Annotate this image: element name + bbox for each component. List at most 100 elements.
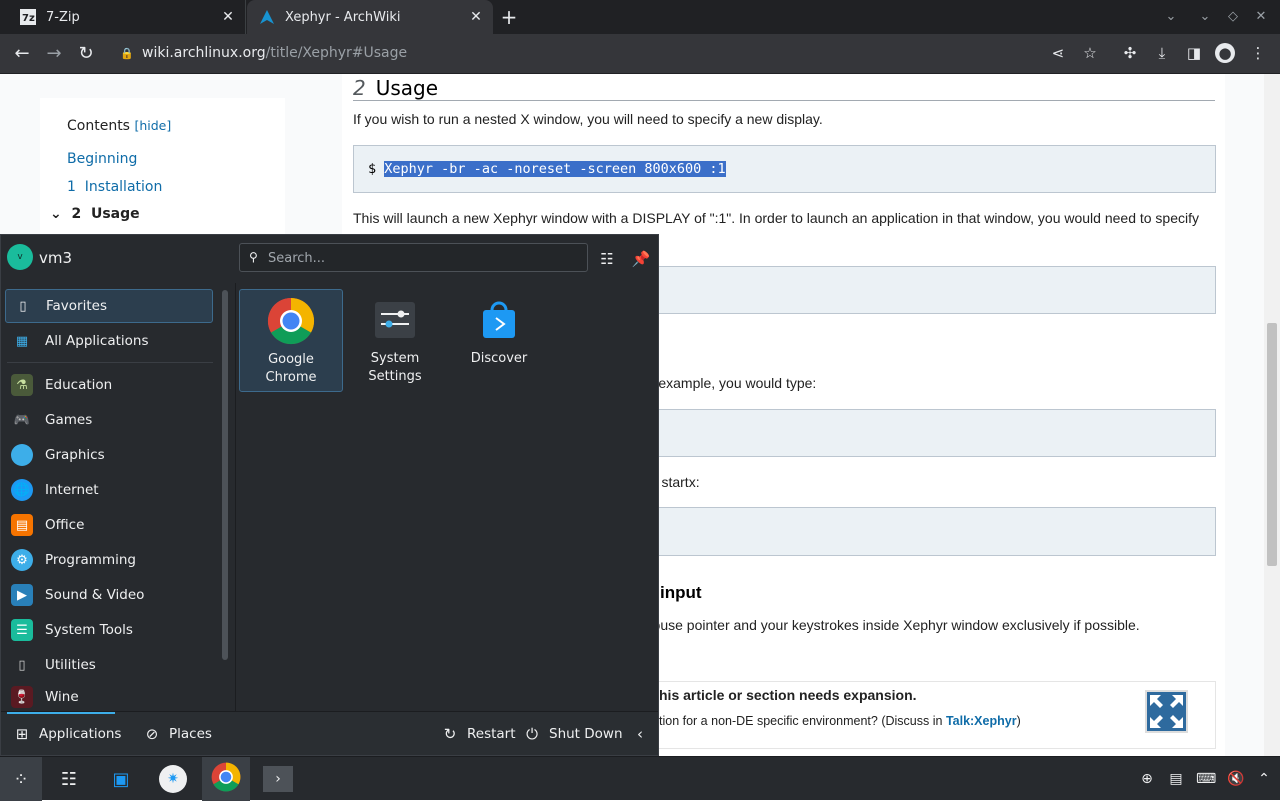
profile-icon[interactable]: ● [1215, 43, 1235, 63]
menu-icon[interactable]: ⋮ [1248, 43, 1268, 63]
pin-icon[interactable]: 📌 [631, 249, 651, 269]
back-button[interactable]: ← [10, 42, 34, 66]
close-window-icon[interactable]: ✕ [1252, 8, 1270, 26]
system-settings-icon [371, 296, 419, 344]
talk-link[interactable]: Talk:Xephyr [946, 714, 1017, 728]
dolphin-icon: ✷ [159, 765, 187, 793]
address-bar[interactable]: 🔒 wiki.archlinux.org/title/Xephyr#Usage [112, 39, 1042, 67]
divider [7, 362, 213, 363]
more-options-button[interactable]: ‹ [631, 725, 657, 743]
clipboard-icon[interactable]: ▤ [1166, 769, 1186, 789]
app-discover[interactable]: Discover [447, 289, 551, 392]
code-block: $ Xephyr -br -ac -noreset -screen 800x60… [353, 145, 1216, 193]
toc-item-installation[interactable]: 1 Installation [67, 179, 162, 195]
app-label: Settings [368, 369, 422, 384]
taskbar-system-settings[interactable]: ☷ [48, 757, 90, 801]
category-system-tools[interactable]: ☰ System Tools [5, 613, 213, 647]
svg-text:7z: 7z [22, 13, 35, 24]
category-wine[interactable]: 🍷 Wine [5, 683, 213, 711]
keyboard-icon[interactable]: ⌨ [1196, 769, 1216, 789]
category-graphics[interactable]: Graphics [5, 438, 213, 472]
archlinux-icon [259, 9, 275, 25]
system-tools-icon: ☰ [11, 619, 33, 641]
chevron-left-icon: ‹ [637, 725, 643, 743]
share-icon[interactable]: ⋖ [1048, 43, 1068, 63]
discover-icon: ▣ [112, 768, 130, 790]
configure-icon[interactable]: ☷ [597, 249, 617, 269]
update-notifier-icon[interactable]: ⊕ [1137, 769, 1157, 789]
programming-icon: ⚙ [11, 549, 33, 571]
download-icon[interactable]: ⤓ [1152, 43, 1172, 63]
system-settings-icon: ☷ [60, 768, 78, 790]
category-sound-video[interactable]: ▶ Sound & Video [5, 578, 213, 612]
taskbar-discover[interactable]: ▣ [100, 757, 142, 801]
taskbar-chrome[interactable] [202, 757, 250, 801]
side-panel-icon[interactable]: ◨ [1184, 43, 1204, 63]
selected-command: Xephyr -br -ac -noreset -screen 800x600 … [384, 161, 726, 177]
active-tab-indicator [7, 712, 115, 714]
category-internet[interactable]: 🌐 Internet [5, 473, 213, 507]
search-input[interactable] [268, 248, 578, 268]
tab-7zip[interactable]: 7z 7-Zip ✕ [0, 0, 246, 34]
restart-button[interactable]: ↻ Restart [441, 725, 516, 743]
discover-icon [475, 296, 523, 344]
new-tab-button[interactable]: + [498, 6, 520, 28]
category-utilities[interactable]: ▯ Utilities [5, 648, 213, 682]
toc-hide-link[interactable]: [hide] [134, 118, 171, 133]
extensions-icon[interactable]: ✣ [1120, 43, 1140, 63]
app-label: Discover [470, 351, 528, 366]
shutdown-button[interactable]: ⏻ Shut Down [523, 725, 622, 743]
toc-item-beginning[interactable]: Beginning [67, 151, 137, 167]
url-host: wiki.archlinux.org [142, 45, 266, 61]
expand-tray-icon[interactable]: ⌃ [1254, 769, 1274, 789]
taskbar-terminal[interactable]: › [256, 757, 300, 801]
restart-icon: ↻ [443, 725, 457, 743]
category-all-applications[interactable]: ▦ All Applications [5, 324, 213, 358]
application-launcher: v vm3 ⚲ ☷ 📌 ▯ Favorites ▦ All Applicatio… [0, 234, 659, 756]
toc-item-usage[interactable]: ⌄ 2 Usage [50, 206, 140, 222]
launcher-button[interactable]: ⁘ [0, 757, 42, 801]
close-icon[interactable]: ✕ [219, 8, 237, 26]
category-favorites[interactable]: ▯ Favorites [5, 289, 213, 323]
app-label: System [370, 351, 420, 366]
table-of-contents: Contents [hide] Beginning 1 Installation… [40, 98, 285, 238]
toc-heading: Contents [hide] [67, 118, 172, 134]
notice-text: tion for a non-DE specific environment? … [659, 714, 1021, 728]
forward-button[interactable]: → [42, 42, 66, 66]
applications-tab[interactable]: ⊞ Applications [13, 725, 122, 743]
app-system-settings[interactable]: System Settings [343, 289, 447, 392]
paragraph: mouse pointer and your keystrokes inside… [637, 617, 1140, 633]
chevron-down-icon: ⌄ [50, 206, 62, 222]
taskbar-file-manager[interactable]: ✷ [152, 757, 194, 801]
tab-xephyr-archwiki[interactable]: Xephyr - ArchWiki ✕ [247, 0, 493, 34]
bookmark-star-icon[interactable]: ☆ [1080, 43, 1100, 63]
divider [235, 283, 236, 711]
paragraph: If you wish to run a nested X window, yo… [353, 111, 823, 127]
places-tab[interactable]: ⊘ Places [143, 725, 212, 743]
search-field[interactable]: ⚲ [239, 243, 588, 272]
taskbar: ⁘ ☷ ▣ ✷ › ⊕ ▤ ⌨ 🔇 ⌃ [0, 756, 1280, 801]
category-programming[interactable]: ⚙ Programming [5, 543, 213, 577]
lock-icon: 🔒 [120, 46, 134, 60]
category-scrollbar[interactable] [222, 290, 228, 660]
launcher-header: v vm3 ⚲ ☷ 📌 [1, 235, 658, 283]
power-icon: ⏻ [526, 725, 538, 743]
close-icon[interactable]: ✕ [467, 8, 485, 26]
maximize-icon[interactable]: ◇ [1224, 8, 1242, 26]
tab-search-icon[interactable]: ⌄ [1162, 8, 1180, 26]
subsection-heading: input [660, 583, 702, 602]
category-games[interactable]: 🎮 Games [5, 403, 213, 437]
minimize-icon[interactable]: ⌄ [1196, 8, 1214, 26]
category-office[interactable]: ▤ Office [5, 508, 213, 542]
reload-button[interactable]: ↻ [74, 42, 98, 66]
volume-muted-icon[interactable]: 🔇 [1226, 769, 1246, 789]
user-name: vm3 [39, 249, 73, 267]
category-education[interactable]: ⚗ Education [5, 368, 213, 402]
multimedia-icon: ▶ [11, 584, 33, 606]
url-path: /title/Xephyr#Usage [265, 45, 408, 61]
utilities-icon: ▯ [18, 657, 26, 673]
avatar[interactable]: v [7, 244, 33, 270]
app-google-chrome[interactable]: Google Chrome [239, 289, 343, 392]
scrollbar-thumb[interactable] [1267, 323, 1277, 566]
chrome-icon [267, 297, 315, 345]
